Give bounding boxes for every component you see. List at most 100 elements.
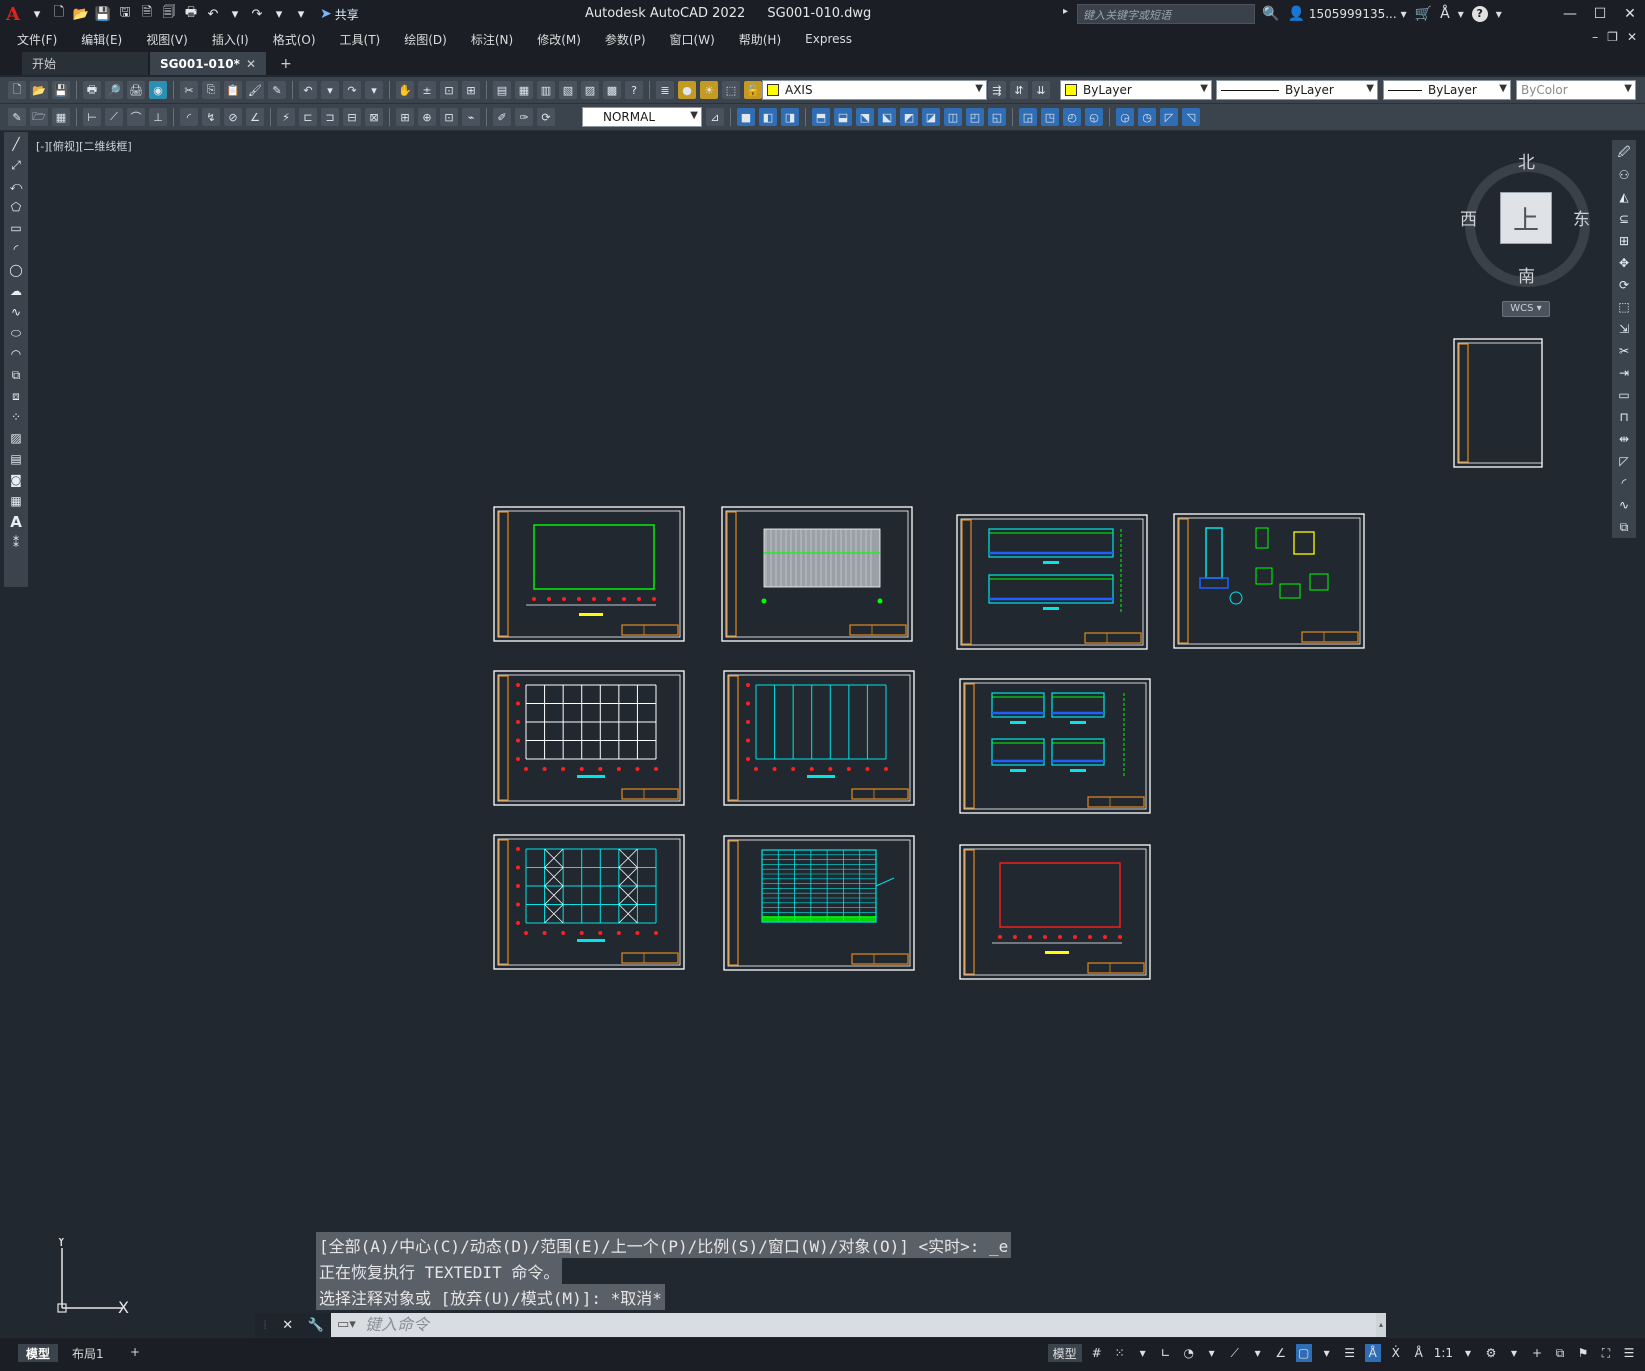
menu-tools[interactable]: 工具(T) [340,31,381,48]
autocad-logo-icon[interactable]: A [6,4,24,25]
help-icon[interactable]: ? [625,81,643,99]
search-input[interactable]: 键入关键字或短语 [1077,4,1255,24]
tolerance-icon[interactable]: ⊞ [396,108,414,126]
menu-format[interactable]: 格式(O) [273,31,316,48]
rectangle-icon[interactable]: ▭ [7,219,25,237]
clean-screen-icon[interactable]: ⛶ [1598,1344,1614,1362]
ordinate-dim-icon[interactable]: ⊥ [149,108,167,126]
annotation-visibility-icon[interactable]: Å [1364,1344,1381,1362]
sweep-icon[interactable]: ⬔ [856,108,874,126]
calculator-icon[interactable]: ▩ [603,81,621,99]
add-selected-icon[interactable]: ⁑ [7,534,25,552]
autodesk-app-icon[interactable]: Å [1440,6,1450,22]
chevron-down-icon[interactable]: ▾ [1460,1344,1476,1362]
drag-handle-icon[interactable]: ⁞ [255,1313,275,1337]
undo-icon[interactable]: ↶ [204,5,222,23]
auto-scale-icon[interactable]: Ẋ [1388,1344,1404,1362]
quick-dim-icon[interactable]: ⚡ [277,108,295,126]
help-icon[interactable]: ? [1471,6,1488,22]
object-snap-icon[interactable]: ▢ [1295,1344,1312,1362]
minimize-icon[interactable]: — [1555,6,1585,22]
multiline-text-icon[interactable]: A [7,513,25,531]
gradient-icon[interactable]: ▤ [7,450,25,468]
compass-west[interactable]: 西 [1460,205,1477,230]
dimstyle-select[interactable]: NORMAL ▼ [582,107,702,127]
menu-edit[interactable]: 编辑(E) [81,31,122,48]
menu-dimension[interactable]: 标注(N) [471,31,513,48]
close-icon[interactable]: ✕ [282,1318,293,1333]
redo-icon[interactable]: ↷ [343,81,361,99]
annotation-scale-icon[interactable]: Å [1411,1344,1427,1362]
plot-icon[interactable]: 🖶 [182,5,200,23]
viewcube[interactable]: 上 北 南 东 西 WCS ▾ [1455,152,1605,322]
doc-close-icon[interactable]: ✕ [1627,30,1637,44]
insert-block-icon[interactable]: ⧉ [7,366,25,384]
save-icon[interactable]: 💾 [94,5,112,23]
continue-dim-icon[interactable]: ⊐ [321,108,339,126]
design-center-icon[interactable]: ▦ [515,81,533,99]
mirror-icon[interactable]: ◭ [1615,188,1633,206]
space-dim-icon[interactable]: ⊟ [343,108,361,126]
stretch-icon[interactable]: ⇲ [1615,320,1633,338]
tool-palettes-icon[interactable]: ▥ [537,81,555,99]
make-current-icon[interactable]: ⇶ [988,81,1006,99]
close-icon[interactable]: ✕ [1615,6,1645,22]
search-icon[interactable]: 🔍 [1262,6,1279,22]
line-icon[interactable]: ╱ [7,135,25,153]
layer-on-icon[interactable]: ● [678,81,696,99]
layer-states-icon[interactable]: ⇊ [1032,81,1050,99]
user-account[interactable]: 👤 1505999135... ▾ [1287,6,1406,22]
lineweight-select[interactable]: ByLayer ▼ [1383,80,1511,100]
viewcube-face-top[interactable]: 上 [1500,192,1552,244]
fillet-icon[interactable]: ◜ [1615,474,1633,492]
chevron-down-icon[interactable]: ▾ [1135,1344,1151,1362]
table-icon[interactable]: ▦ [7,492,25,510]
wcs-menu[interactable]: WCS ▾ [1502,301,1550,317]
revolve-icon[interactable]: ⬓ [834,108,852,126]
chevron-down-icon[interactable]: ▾ [1319,1344,1335,1362]
save-as-icon[interactable]: 🖫 [116,5,134,23]
angular-dim-icon[interactable]: ∠ [246,108,264,126]
tab-close-icon[interactable]: ✕ [246,57,256,71]
doc-minimize-icon[interactable]: – [1592,30,1598,44]
plot-icon[interactable]: 🖶 [83,81,101,99]
hardware-accel-icon[interactable]: ⚑ [1575,1344,1591,1362]
menu-file[interactable]: 文件(F) [17,31,57,48]
explode-icon[interactable]: ⧉ [1615,518,1633,536]
polar-icon[interactable]: ◔ [1181,1344,1197,1362]
copy-object-icon[interactable]: ⚇ [1615,166,1633,184]
jogged-linear-icon[interactable]: ⌁ [462,108,480,126]
break-at-point-icon[interactable]: ▭ [1615,386,1633,404]
ucs-object-icon[interactable]: ◹ [1182,108,1200,126]
ellipse-arc-icon[interactable]: ◠ [7,345,25,363]
baseline-dim-icon[interactable]: ⊏ [299,108,317,126]
iso-draft-icon[interactable]: ⟋ [1227,1344,1243,1362]
save-icon[interactable]: 💾 [52,81,70,99]
tab-layout1[interactable]: 布局1 [64,1344,112,1362]
color-select[interactable]: ByLayer ▼ [1060,80,1212,100]
preview-icon[interactable]: 🔎 [105,81,123,99]
command-input[interactable]: ▭▾ 键入命令 [331,1313,1376,1337]
properties-icon[interactable]: ▤ [493,81,511,99]
customize-icon[interactable]: ☰ [1621,1344,1637,1362]
layer-lock-icon[interactable]: 🔓 [744,81,762,99]
paste-icon[interactable]: 📋 [224,81,242,99]
loft-icon[interactable]: ⬕ [878,108,896,126]
revcloud-icon[interactable]: ☁ [7,282,25,300]
circle-icon[interactable]: ◯ [7,261,25,279]
compass-east[interactable]: 东 [1573,205,1590,230]
scale-value[interactable]: 1:1 [1434,1344,1453,1362]
menu-view[interactable]: 视图(V) [146,31,188,48]
snap-icon[interactable]: ⁙ [1112,1344,1128,1362]
join-icon[interactable]: ⇹ [1615,430,1633,448]
share-button[interactable]: ➤ 共享 [320,6,359,23]
publish-icon[interactable]: 🗎 [138,5,156,23]
dim-style-icon[interactable]: ⊿ [706,108,724,126]
hatch-edit-icon[interactable]: ▦ [52,108,70,126]
compass-south[interactable]: 南 [1518,262,1535,287]
search-expand-icon[interactable]: ▸ [1063,6,1068,17]
attribute-icon[interactable]: 🗁 [30,108,48,126]
chevron-down-icon[interactable]: ▾ [1204,1344,1220,1362]
jogged-dim-icon[interactable]: ↯ [202,108,220,126]
lineweight-icon[interactable]: ☰ [1342,1344,1358,1362]
